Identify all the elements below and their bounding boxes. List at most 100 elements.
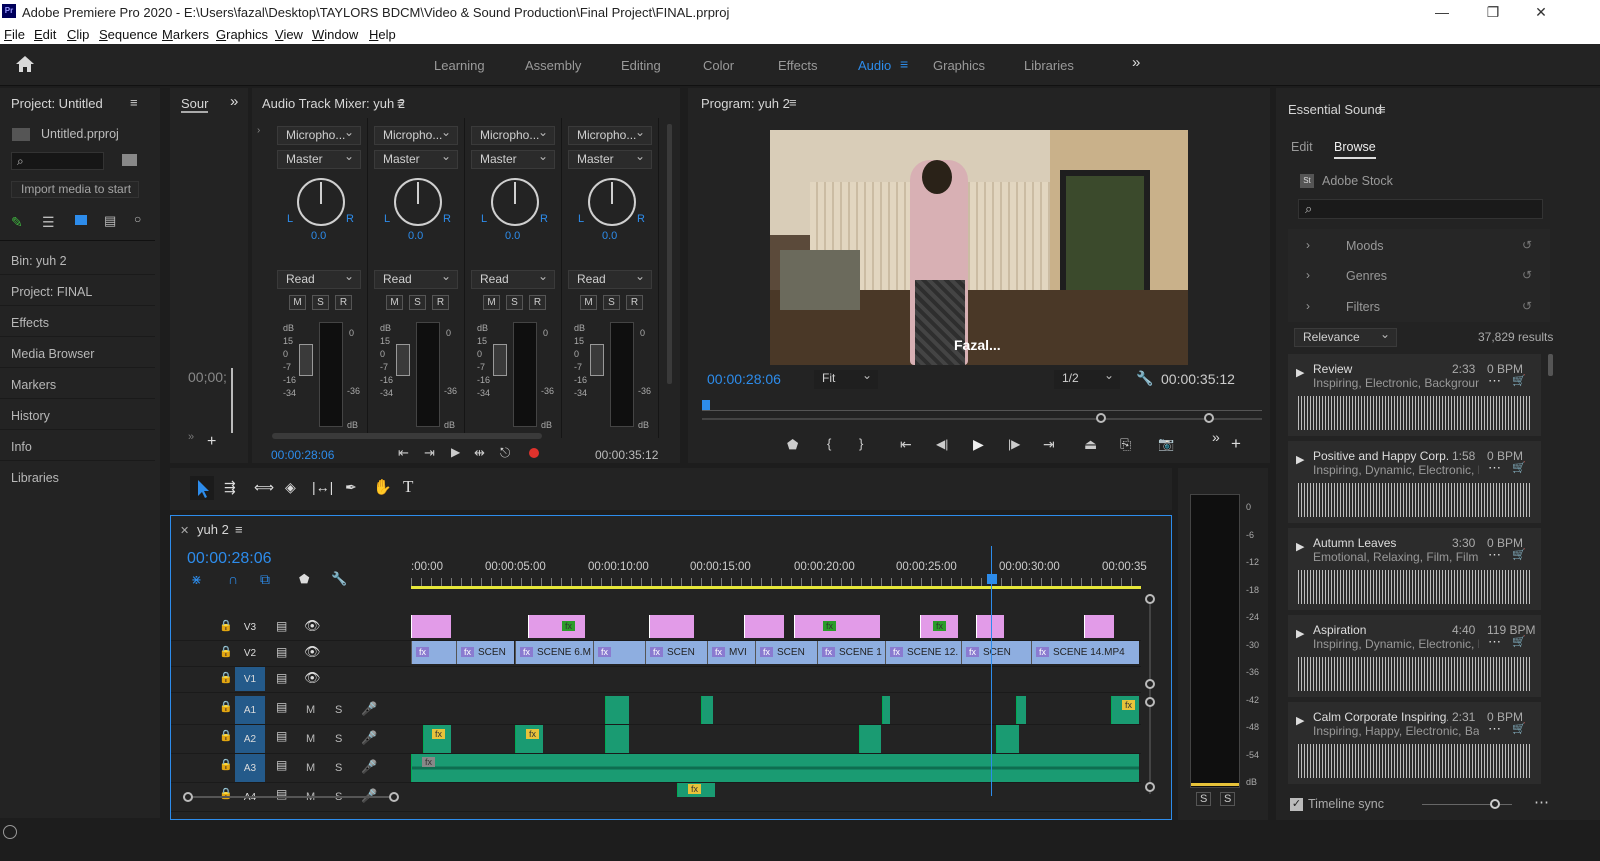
freeform-view-icon[interactable]: ▤ (104, 213, 116, 229)
menu-graphics[interactable]: Graphics (216, 27, 268, 42)
play-icon[interactable]: ▶ (451, 445, 460, 459)
mute-button[interactable]: M (289, 295, 306, 310)
resolution-select[interactable]: 1/2 (1054, 367, 1120, 389)
icon-view-icon[interactable] (75, 215, 87, 225)
lift-icon[interactable]: ⏏ (1084, 436, 1097, 453)
waveform[interactable] (1298, 657, 1530, 691)
pan-knob[interactable] (588, 178, 636, 226)
volume-fader[interactable] (299, 344, 313, 376)
timeline-playhead-handle[interactable] (987, 574, 997, 584)
pan-knob[interactable] (394, 178, 442, 226)
microphone-icon[interactable]: 🎤 (361, 730, 377, 746)
microphone-icon[interactable]: 🎤 (361, 701, 377, 717)
lock-icon[interactable]: 🔒 (219, 619, 233, 632)
more-options-icon[interactable]: ⋯ (1534, 793, 1549, 811)
workspace-menu-icon[interactable]: ≡ (900, 56, 908, 72)
menu-view[interactable]: View (275, 27, 303, 42)
workspace-overflow-icon[interactable]: » (1132, 54, 1140, 71)
v2-clip[interactable]: fx MVI (707, 641, 755, 664)
sync-lock-icon[interactable]: ▤ (276, 758, 287, 772)
sidebar-item-effects[interactable]: Effects (0, 306, 155, 337)
channel-output-select[interactable]: Master (374, 148, 458, 169)
preview-play-icon[interactable]: ▶ (1296, 714, 1304, 727)
stock-source[interactable]: Adobe Stock (1322, 174, 1393, 188)
v2-clip[interactable]: fx SCENE 6.M (515, 641, 593, 664)
a2-clip[interactable] (859, 725, 881, 753)
stock-result-card[interactable]: ▶ Review 2:33 0 BPM Inspiring, Electronic, B… (1288, 354, 1541, 436)
go-to-out-icon[interactable]: ⇥ (424, 445, 435, 461)
hand-tool-icon[interactable]: ✋ (373, 478, 392, 496)
program-timecode[interactable]: 00:00:28:06 (707, 371, 781, 387)
mixer-vscroll[interactable] (667, 124, 672, 384)
program-menu-icon[interactable]: ≡ (789, 95, 797, 110)
preview-play-icon[interactable]: ▶ (1296, 627, 1304, 640)
hscroll-handle-left[interactable] (183, 792, 193, 802)
go-to-in-program-icon[interactable]: ⇤ (900, 436, 912, 453)
waveform[interactable] (1298, 396, 1530, 430)
preview-play-icon[interactable]: ▶ (1296, 540, 1304, 553)
v3-clip[interactable] (1084, 615, 1114, 638)
v2-clip[interactable]: fx SCEN (755, 641, 817, 664)
menu-clip[interactable]: Clip (67, 27, 89, 42)
channel-output-select[interactable]: Master (471, 148, 555, 169)
v3-clip[interactable]: fx (528, 615, 585, 638)
track-select-tool-icon[interactable]: ⇶ (224, 479, 236, 496)
more-options-icon[interactable]: ⋯ (1488, 721, 1501, 737)
a1-clip[interactable]: fx (1111, 696, 1139, 724)
menu-window[interactable]: Window (312, 27, 358, 42)
waveform[interactable] (1298, 744, 1530, 778)
mixer-timecode-in[interactable]: 00:00:28:06 (271, 448, 334, 462)
pan-value[interactable]: 0.0 (311, 230, 326, 242)
add-marker-icon[interactable]: ⬟ (787, 437, 798, 453)
sync-lock-icon[interactable]: ▤ (276, 619, 287, 633)
settings-wrench-icon[interactable]: 🔧 (1136, 370, 1153, 387)
record-button[interactable]: R (432, 295, 449, 310)
mute-button[interactable]: M (580, 295, 597, 310)
v3-clip[interactable] (411, 615, 451, 638)
solo-button[interactable]: S (312, 295, 329, 310)
workspace-assembly[interactable]: Assembly (525, 58, 581, 73)
pan-value[interactable]: 0.0 (408, 230, 423, 242)
pan-value[interactable]: 0.0 (602, 230, 617, 242)
import-media-hint[interactable]: Import media to start (11, 181, 139, 198)
program-overflow-icon[interactable]: » (1212, 429, 1220, 445)
sync-lock-icon[interactable]: ▤ (276, 729, 287, 743)
nest-icon[interactable]: ⋇ (191, 572, 202, 588)
a4-clip[interactable]: fx (677, 783, 715, 797)
pan-knob[interactable] (491, 178, 539, 226)
v3-clip[interactable] (744, 615, 784, 638)
step-back-icon[interactable]: ◀| (936, 437, 948, 451)
program-zoom-bar[interactable] (702, 418, 1262, 420)
tab-browse[interactable]: Browse (1334, 140, 1376, 159)
track-target-v3[interactable]: V3 (235, 615, 265, 639)
tab-edit[interactable]: Edit (1291, 140, 1313, 154)
zoom-handle-right[interactable] (1204, 413, 1214, 423)
timeline-hscroll[interactable] (183, 796, 393, 798)
v2-clip[interactable]: fx SCENE 14.MP4 (1031, 641, 1139, 664)
a2-clip[interactable] (996, 725, 1019, 753)
timeline-vscroll[interactable] (1149, 594, 1151, 794)
channel-output-select[interactable]: Master (277, 148, 361, 169)
lock-icon[interactable]: 🔒 (219, 671, 233, 684)
program-playhead[interactable] (702, 400, 710, 410)
track-target-a2[interactable]: A2 (235, 725, 265, 753)
sidebar-item-info[interactable]: Info (0, 430, 155, 461)
v2-clip[interactable]: fx SCEN (961, 641, 1031, 664)
zoom-slider-icon[interactable]: ○ (134, 212, 141, 226)
mixer-title[interactable]: Audio Track Mixer: yuh 2 (262, 96, 405, 111)
eye-icon[interactable]: 👁 (304, 618, 321, 634)
go-to-out-program-icon[interactable]: ⇥ (1043, 436, 1055, 453)
linked-selection-icon[interactable]: ⧉ (260, 571, 270, 588)
record-icon[interactable] (529, 448, 539, 458)
lock-icon[interactable]: 🔒 (219, 729, 233, 742)
sidebar-item-project-final[interactable]: Project: FINAL (0, 275, 155, 306)
a2-clip[interactable] (605, 725, 629, 753)
essential-sound-title[interactable]: Essential Sound (1288, 102, 1382, 117)
mark-out-icon[interactable]: } (859, 436, 863, 451)
play-in-to-out-icon[interactable]: ⇹ (474, 445, 485, 461)
stock-result-card[interactable]: ▶ Calm Corporate Inspiring... 2:31 0 BPM Ins… (1288, 702, 1541, 784)
project-title[interactable]: Project: Untitled (11, 96, 103, 111)
eye-icon[interactable]: 👁 (304, 644, 321, 660)
timeline-timecode[interactable]: 00:00:28:06 (187, 550, 272, 568)
filter-filters[interactable]: Filters (1346, 300, 1380, 314)
